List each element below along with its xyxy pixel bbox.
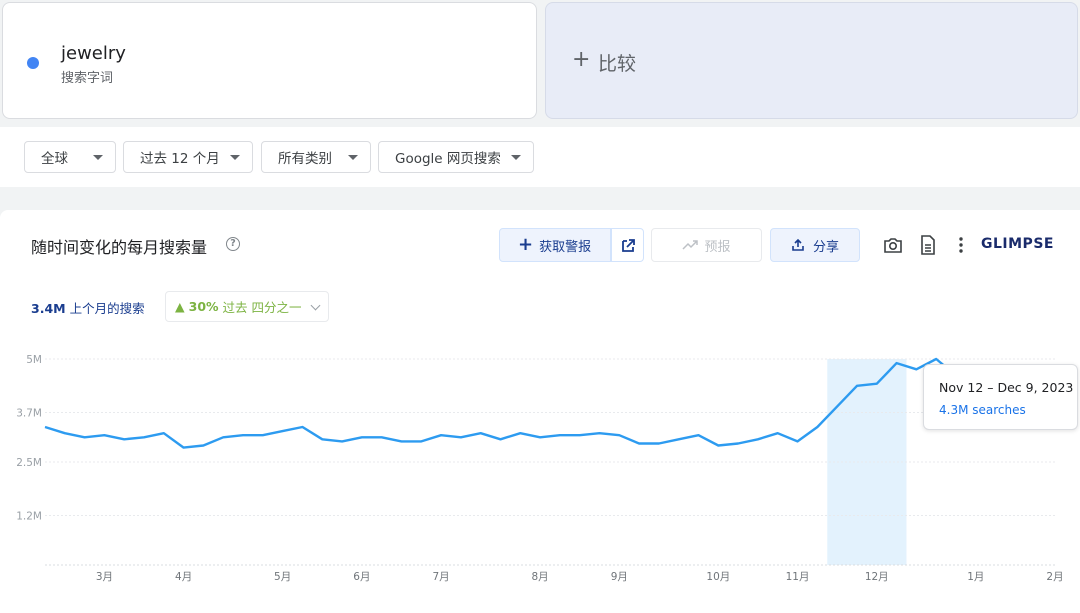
last-month-stat: 3.4M 上个月的搜索 [31,298,145,317]
y-tick-label: 5M [26,354,42,366]
filter-time-range[interactable]: 过去 12 个月 [123,141,253,173]
compare-button[interactable]: + 比较 [545,2,1078,119]
x-tick-label: 2月 [1046,571,1063,583]
x-tick-label: 6月 [353,571,370,583]
x-tick-label: 3月 [96,571,113,583]
x-tick-label: 10月 [706,571,730,583]
search-volume-panel: 随时间变化的每月搜索量 ? + 获取警报 预报 分享 GLIMPSE [0,210,1080,613]
x-tick-label: 4月 [175,571,192,583]
caret-down-icon [348,155,358,160]
search-volume-chart[interactable]: 5M 3.7M 2.5M 1.2M 3月 4月 5月 6月 7月 8月 9月 10月 11月 12月 1月 2… [0,345,1080,605]
panel-title: 随时间变化的每月搜索量 [31,234,207,258]
series-color-dot [27,57,39,69]
tooltip-date: Nov 12 – Dec 9, 2023 [939,380,1073,395]
csv-file-icon[interactable] [917,234,939,256]
glimpse-logo[interactable]: GLIMPSE [981,236,1054,252]
open-external-button[interactable] [611,228,644,262]
change-period-dropdown[interactable]: ▲ 30% 过去 四分之一 [165,291,329,322]
y-tick-label: 3.7M [16,408,42,420]
y-tick-label: 1.2M [16,511,42,523]
trending-up-icon [682,239,698,251]
x-tick-label: 9月 [611,571,628,583]
share-icon [791,238,805,252]
filter-time-range-label: 过去 12 个月 [140,147,220,167]
change-period-label: 过去 四分之一 [223,297,302,316]
caret-down-icon [511,155,521,160]
x-tick-label: 5月 [274,571,291,583]
up-triangle-icon: ▲ [175,299,185,314]
filter-category-label: 所有类别 [278,147,332,167]
share-label: 分享 [813,236,839,255]
caret-down-icon [93,155,103,160]
last-month-label: 上个月的搜索 [70,301,145,316]
forecast-label: 预报 [704,236,730,255]
search-term-type: 搜索字词 [61,67,113,86]
forecast-button[interactable]: 预报 [651,228,762,262]
x-tick-label: 11月 [786,571,810,583]
more-vert-icon[interactable] [950,234,972,256]
x-tick-label: 12月 [865,571,889,583]
help-icon[interactable]: ? [226,237,240,251]
caret-down-icon [230,155,240,160]
filter-region[interactable]: 全球 [24,141,116,173]
chart-tooltip: Nov 12 – Dec 9, 2023 4.3M searches [923,364,1078,430]
chevron-down-icon [311,301,321,311]
x-tick-label: 7月 [432,571,449,583]
change-value: 30% [189,299,219,314]
tooltip-value: 4.3M searches [939,403,1026,417]
filter-search-type[interactable]: Google 网页搜索 [378,141,534,173]
get-alert-button[interactable]: + 获取警报 [499,228,611,262]
search-term-name: jewelry [61,43,126,64]
y-tick-label: 2.5M [16,457,42,469]
share-button[interactable]: 分享 [770,228,860,262]
search-term-card[interactable]: jewelry 搜索字词 [2,2,537,119]
x-tick-label: 1月 [967,571,984,583]
filter-search-type-label: Google 网页搜索 [395,147,501,167]
filter-region-label: 全球 [41,147,68,167]
filter-category[interactable]: 所有类别 [261,141,371,173]
x-tick-label: 8月 [532,571,549,583]
external-link-icon [612,229,645,263]
plus-icon: + [572,47,590,73]
filter-bar: 全球 过去 12 个月 所有类别 Google 网页搜索 [0,127,1080,187]
get-alert-label: 获取警报 [539,236,591,255]
compare-label: 比较 [598,49,636,76]
last-month-value: 3.4M [31,301,66,316]
plus-icon: + [518,236,533,254]
camera-icon[interactable] [882,234,904,256]
